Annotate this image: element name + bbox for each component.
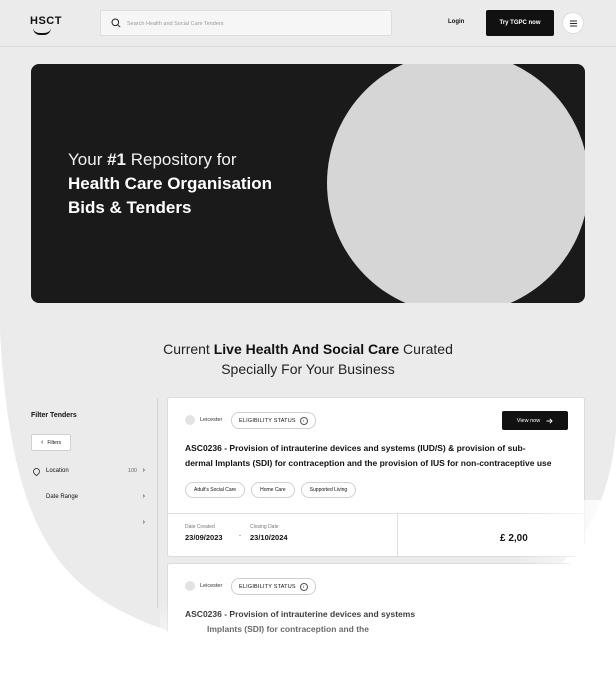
tender-title-line1: ASC0236 - Provision of intrauterine devi… xyxy=(185,443,526,453)
filter-date-range-label: Date Range xyxy=(46,494,79,500)
login-link[interactable]: Login xyxy=(448,19,464,25)
location-avatar xyxy=(185,415,195,425)
filter-panel: Filter Tenders ‹ Filters Location 100 › … xyxy=(31,412,151,526)
search-bar[interactable] xyxy=(100,10,392,36)
eligibility-status-badge[interactable]: ELIGIBILITY STATUS i xyxy=(231,412,316,429)
closing-date-value: 23/10/2024 xyxy=(250,533,288,542)
filter-row-other[interactable]: › xyxy=(31,519,145,532)
filters-button-label: Filters xyxy=(47,439,61,446)
hero-banner: Your #1 Repository for Health Care Organ… xyxy=(31,64,585,303)
tender-tags: Adult's Social Care Home Care Supported … xyxy=(185,482,357,498)
section-heading: Current Live Health And Social Care Cura… xyxy=(0,339,616,379)
tender-title-line2: Implants (SDI) for contraception and the xyxy=(207,624,369,634)
tender-card[interactable]: Leicester ELIGIBILITY STATUS i View now … xyxy=(167,397,585,557)
hero-line1-suffix: Repository for xyxy=(126,150,237,169)
location-icon xyxy=(33,468,40,476)
tag-chip[interactable]: Home Care xyxy=(251,482,295,498)
tag-chip[interactable]: Supported Living xyxy=(300,482,357,498)
filter-row-location[interactable]: Location 100 › xyxy=(31,467,145,480)
chevron-right-icon: › xyxy=(142,519,145,526)
card-divider xyxy=(168,513,584,514)
tender-title[interactable]: ASC0236 - Provision of intrauterine devi… xyxy=(185,441,570,471)
filters-button[interactable]: ‹ Filters xyxy=(31,434,71,451)
tender-card[interactable]: Leicester ELIGIBILITY STATUS i ASC0236 -… xyxy=(167,563,585,653)
eligibility-status-badge[interactable]: ELIGIBILITY STATUS i xyxy=(231,578,316,595)
try-tgpc-button[interactable]: Try TGPC now xyxy=(486,10,554,36)
chevron-right-icon: › xyxy=(142,467,145,474)
hero-heading: Your #1 Repository for Health Care Organ… xyxy=(68,148,272,220)
view-now-button[interactable]: View now xyxy=(502,411,568,430)
tender-location: Leicester xyxy=(200,583,223,589)
closing-date-label: Closing Date xyxy=(250,524,279,530)
hero-line2: Health Care Organisation xyxy=(68,174,273,193)
tender-title[interactable]: ASC0236 - Provision of intrauterine devi… xyxy=(185,607,435,637)
eligibility-status-label: ELIGIBILITY STATUS xyxy=(239,417,296,424)
eligibility-status-label: ELIGIBILITY STATUS xyxy=(239,583,296,590)
hero-circle-graphic xyxy=(327,64,585,303)
hamburger-icon xyxy=(569,20,577,26)
tender-title-line2: dermal Implants (SDI) for contraception … xyxy=(185,458,552,468)
location-avatar xyxy=(185,581,195,591)
chevron-right-icon: › xyxy=(142,493,145,500)
tender-location: Leicester xyxy=(200,417,223,423)
date-created-label: Date Created xyxy=(185,524,215,530)
date-separator: - xyxy=(239,533,241,539)
date-created: Date Created 23/09/2023 xyxy=(185,524,223,542)
hero-line1-prefix: Your xyxy=(68,150,108,169)
filter-title: Filter Tenders xyxy=(31,412,77,419)
section-line1-prefix: Current xyxy=(163,341,214,357)
top-navbar: HSCT Login Try TGPC now xyxy=(0,0,616,47)
date-created-value: 23/09/2023 xyxy=(185,533,223,542)
tender-price: £ 2,00 xyxy=(500,533,528,544)
logo[interactable]: HSCT xyxy=(30,15,62,27)
card-divider-vertical xyxy=(397,513,398,556)
view-now-label: View now xyxy=(516,417,541,424)
closing-date: Closing Date 23/10/2024 xyxy=(250,524,288,542)
chevron-left-icon: ‹ xyxy=(41,439,44,446)
hero-line1-bold: #1 xyxy=(107,150,126,169)
search-input[interactable] xyxy=(125,15,379,33)
hero-line3: Bids & Tenders xyxy=(68,198,192,217)
menu-button[interactable] xyxy=(562,12,584,34)
panel-divider xyxy=(157,398,158,608)
filter-location-label: Location xyxy=(46,468,69,474)
logo-mark xyxy=(33,28,51,35)
info-icon: i xyxy=(299,582,308,591)
section-line1-suffix: Curated xyxy=(399,341,453,357)
section-line2: Specially For Your Business xyxy=(221,361,395,377)
tag-chip[interactable]: Adult's Social Care xyxy=(185,482,246,498)
tender-title-line1: ASC0236 - Provision of intrauterine devi… xyxy=(185,609,416,619)
arrow-right-icon xyxy=(546,417,553,424)
filter-location-count: 100 xyxy=(127,468,137,474)
search-icon xyxy=(111,18,121,28)
filter-row-date-range[interactable]: Date Range › xyxy=(31,493,145,506)
section-line1-bold: Live Health And Social Care xyxy=(213,341,400,357)
info-icon: i xyxy=(299,416,308,425)
